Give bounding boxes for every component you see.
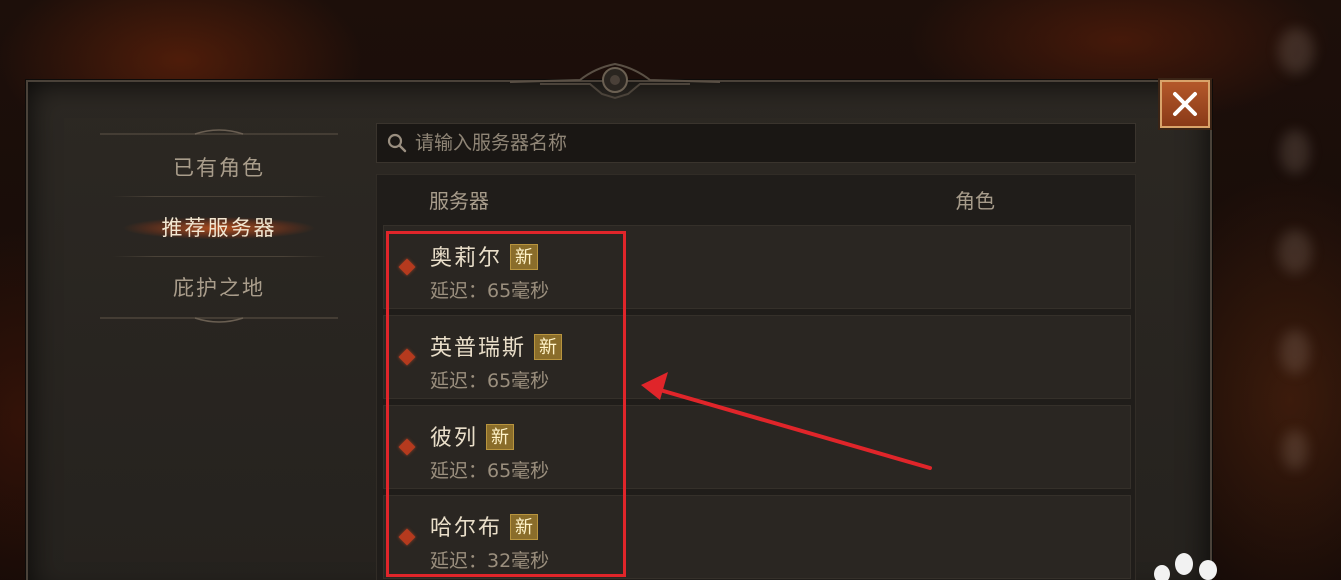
server-row[interactable]: 哈尔布新 延迟：32毫秒 [383,495,1131,579]
nav-item-label: 已有角色 [173,156,265,180]
nav-item-sanctuary[interactable]: 庇护之地 [100,258,338,316]
diamond-icon [398,258,416,276]
server-row[interactable]: 英普瑞斯新 延迟：65毫秒 [383,315,1131,399]
diamond-icon [398,438,416,456]
background-shape [1280,130,1310,174]
close-button[interactable] [1160,80,1210,128]
server-latency: 延迟：65毫秒 [430,460,550,482]
server-name-line: 英普瑞斯新 [430,330,563,362]
background-shape [1278,28,1314,74]
server-name: 哈尔布 [430,516,503,541]
paw-watermark-icon [1154,553,1217,580]
left-nav: 已有角色 推荐服务器 庇护之地 [100,128,338,328]
nav-item-existing-characters[interactable]: 已有角色 [100,138,338,196]
server-name-line: 哈尔布新 [430,510,539,542]
server-name-line: 奥莉尔新 [430,240,539,272]
nav-item-recommended-servers[interactable]: 推荐服务器 [100,198,338,256]
server-name-line: 彼列新 [430,420,515,452]
server-latency: 延迟：32毫秒 [430,550,550,572]
server-latency: 延迟：65毫秒 [430,280,550,302]
background-shape [1282,430,1308,470]
diamond-icon [398,528,416,546]
background-shape [1280,330,1310,374]
background-shape [1278,230,1312,274]
nav-separator [112,256,326,257]
server-table: 服务器 角色 奥莉尔新 延迟：65毫秒 英普瑞斯新 延迟：65毫秒 彼列新 延迟… [376,174,1136,580]
game-scene: 已有角色 推荐服务器 庇护之地 服务器 角色 奥莉尔新 延迟：65毫秒 [0,0,1341,580]
server-row[interactable]: 奥莉尔新 延迟：65毫秒 [383,225,1131,309]
column-header-server: 服务器 [429,189,489,213]
server-row[interactable]: 彼列新 延迟：65毫秒 [383,405,1131,489]
new-badge: 新 [534,334,563,360]
server-name: 彼列 [430,426,479,451]
close-icon [1173,92,1197,116]
search-icon [387,133,407,153]
new-badge: 新 [510,514,539,540]
panel-top-ornament [510,62,720,100]
nav-item-label: 推荐服务器 [161,216,277,240]
new-badge: 新 [510,244,539,270]
diamond-icon [398,348,416,366]
nav-top-divider [100,129,338,135]
server-name: 英普瑞斯 [430,336,527,361]
search-input[interactable] [415,132,1115,154]
nav-item-label: 庇护之地 [173,276,265,300]
new-badge: 新 [486,424,515,450]
column-header-character: 角色 [955,189,995,213]
nav-separator [112,196,326,197]
server-latency: 延迟：65毫秒 [430,370,550,392]
server-name: 奥莉尔 [430,246,503,271]
search-bar[interactable] [376,123,1136,163]
nav-bottom-divider [100,317,338,323]
